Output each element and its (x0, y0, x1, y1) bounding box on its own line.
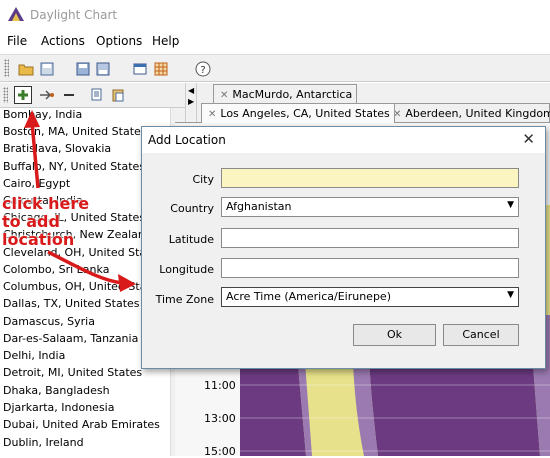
annotation-line-1: click here (2, 194, 90, 213)
annotation-arrows (24, 110, 136, 292)
tab-label: Los Angeles, CA, United States (220, 107, 390, 120)
annotation-line-3: location (2, 230, 75, 249)
annotation-line-2: to add (2, 212, 60, 231)
close-tab-icon[interactable]: ✕ (208, 109, 216, 120)
tab-los-angeles[interactable]: ✕ Los Angeles, CA, United States (201, 103, 395, 123)
